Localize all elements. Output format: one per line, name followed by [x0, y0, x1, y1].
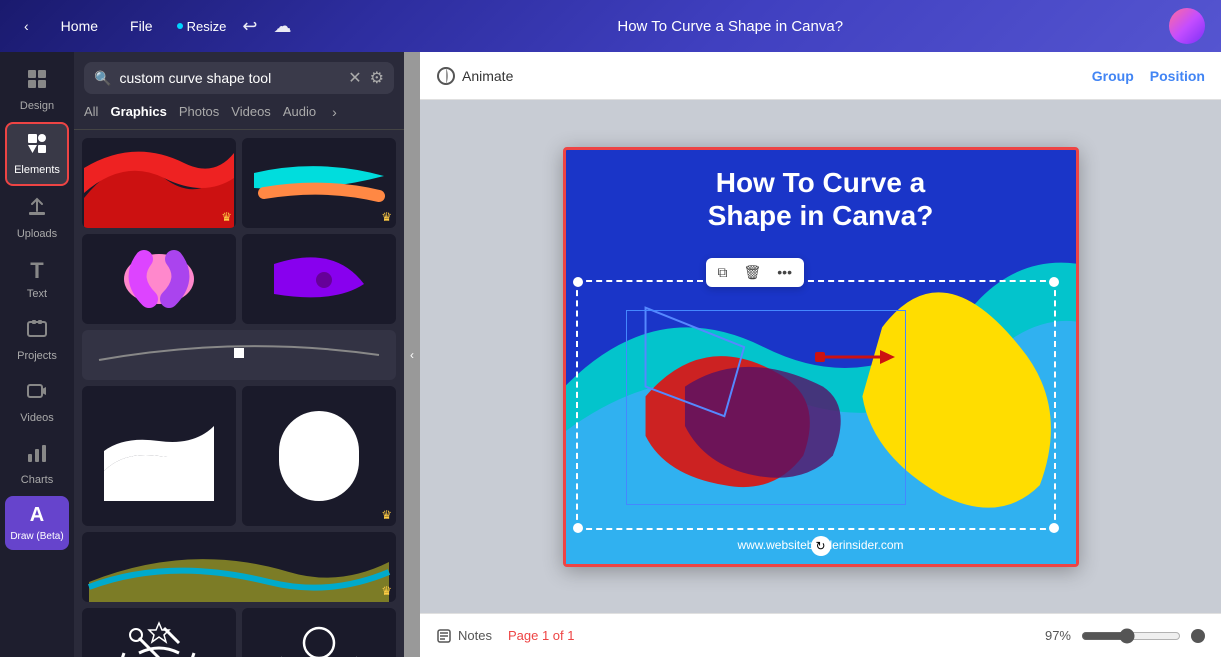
- sidebar-item-design[interactable]: Design: [5, 60, 69, 120]
- search-bar: 🔍 ✕ ⚙: [84, 62, 394, 94]
- animate-icon: [436, 66, 456, 86]
- elements-icon: [26, 132, 48, 160]
- resize-button[interactable]: Resize: [177, 19, 227, 34]
- delete-button[interactable]: 🗑: [740, 262, 766, 283]
- element-card-2[interactable]: ♛: [242, 138, 396, 228]
- notes-button[interactable]: Notes: [436, 628, 492, 644]
- text-label: Text: [27, 288, 47, 300]
- zoom-dot: [1191, 629, 1205, 643]
- notes-icon: [436, 628, 452, 644]
- text-icon: T: [30, 258, 43, 284]
- filter-button[interactable]: ⚙: [370, 68, 384, 88]
- sidebar-item-uploads[interactable]: Uploads: [5, 188, 69, 248]
- tab-photos[interactable]: Photos: [179, 102, 219, 121]
- position-button[interactable]: Position: [1150, 68, 1205, 84]
- back-button[interactable]: ‹: [16, 14, 37, 38]
- panel-collapse-button[interactable]: ‹: [404, 52, 420, 657]
- copy-button[interactable]: ⧉: [714, 262, 732, 283]
- element-card-7[interactable]: ♛: [242, 386, 396, 526]
- editor-area: Animate Group Position: [420, 52, 1221, 657]
- page-indicator[interactable]: Page 1 of 1: [508, 628, 575, 643]
- element-card-3[interactable]: [82, 234, 236, 324]
- draw-icon: A: [30, 504, 44, 527]
- canvas-title-line2: Shape in Canva?: [708, 200, 934, 231]
- tab-audio[interactable]: Audio: [283, 102, 316, 121]
- canvas-slide[interactable]: How To Curve a Shape in Canva? www.websi…: [563, 147, 1079, 567]
- topbar-right: [1169, 8, 1205, 44]
- draw-label: Draw (Beta): [10, 531, 63, 542]
- sidebar-item-text[interactable]: T Text: [5, 250, 69, 308]
- filter-tabs: All Graphics Photos Videos Audio ›: [74, 102, 404, 130]
- element-card-4[interactable]: [242, 234, 396, 324]
- canvas-container: How To Curve a Shape in Canva? www.websi…: [420, 100, 1221, 613]
- topbar-title: How To Curve a Shape in Canva?: [311, 18, 1149, 35]
- more-tabs-button[interactable]: ›: [332, 104, 337, 120]
- animate-label: Animate: [462, 68, 513, 84]
- canvas-title-line1: How To Curve a: [716, 167, 926, 198]
- icon-sidebar: Design Elements Uploads: [0, 52, 74, 657]
- more-button[interactable]: •••: [773, 262, 796, 282]
- crown-badge-7: ♛: [381, 508, 392, 522]
- animate-button[interactable]: Animate: [436, 66, 513, 86]
- elements-label: Elements: [14, 164, 60, 176]
- group-button[interactable]: Group: [1092, 68, 1134, 84]
- element-card-8[interactable]: ♛: [82, 532, 396, 602]
- resize-dot: [177, 23, 183, 29]
- zoom-slider[interactable]: [1081, 628, 1181, 644]
- cloud-button[interactable]: ☁: [273, 16, 291, 37]
- tab-videos[interactable]: Videos: [231, 102, 271, 121]
- element-card-9[interactable]: ♛: [82, 608, 236, 657]
- sidebar-item-charts[interactable]: Charts: [5, 434, 69, 494]
- charts-label: Charts: [21, 474, 53, 486]
- sidebar-item-elements[interactable]: Elements: [5, 122, 69, 186]
- tab-graphics[interactable]: Graphics: [110, 102, 166, 121]
- crown-badge-2: ♛: [381, 210, 392, 224]
- elements-grid: ♛ ♛: [74, 130, 404, 657]
- canvas-title: How To Curve a Shape in Canva?: [566, 166, 1076, 233]
- videos-icon: [26, 380, 48, 408]
- float-toolbar: ⧉ 🗑 •••: [706, 258, 805, 287]
- crown-badge-1: ♛: [221, 210, 232, 224]
- topbar: ‹ Home File Resize ↩ ☁ How To Curve a Sh…: [0, 0, 1221, 52]
- elements-panel: 🔍 ✕ ⚙ All Graphics Photos Videos Audio ›…: [74, 52, 404, 657]
- videos-label: Videos: [20, 412, 53, 424]
- crown-badge-8: ♛: [381, 584, 392, 598]
- notes-label: Notes: [458, 628, 492, 643]
- home-button[interactable]: Home: [53, 14, 106, 38]
- main-layout: Design Elements Uploads: [0, 52, 1221, 657]
- sidebar-item-projects[interactable]: Projects: [5, 310, 69, 370]
- search-icon: 🔍: [94, 70, 111, 87]
- element-card-5[interactable]: [82, 330, 396, 380]
- uploads-icon: [26, 196, 48, 224]
- editor-toolbar: Animate Group Position: [420, 52, 1221, 100]
- projects-label: Projects: [17, 350, 57, 362]
- uploads-label: Uploads: [17, 228, 57, 240]
- rotate-handle[interactable]: ↻: [811, 536, 831, 556]
- file-button[interactable]: File: [122, 14, 161, 38]
- tab-all[interactable]: All: [84, 102, 98, 121]
- design-icon: [26, 68, 48, 96]
- clear-search-button[interactable]: ✕: [348, 68, 361, 88]
- design-label: Design: [20, 100, 54, 112]
- topbar-left: ‹ Home File Resize ↩ ☁: [16, 14, 291, 38]
- element-card-10[interactable]: ★ ★ ♛: [242, 608, 396, 657]
- zoom-level: 97%: [1045, 628, 1071, 643]
- search-input[interactable]: [119, 70, 340, 86]
- sidebar-item-draw[interactable]: A Draw (Beta): [5, 496, 69, 550]
- element-card-1[interactable]: ♛: [82, 138, 236, 228]
- element-card-6[interactable]: [82, 386, 236, 526]
- bottom-bar: Notes Page 1 of 1 97%: [420, 613, 1221, 657]
- user-avatar[interactable]: [1169, 8, 1205, 44]
- charts-icon: [26, 442, 48, 470]
- projects-icon: [26, 318, 48, 346]
- undo-button[interactable]: ↩: [242, 16, 257, 37]
- resize-label: Resize: [187, 19, 227, 34]
- sidebar-item-videos[interactable]: Videos: [5, 372, 69, 432]
- zoom-indicator: 97%: [1045, 628, 1205, 644]
